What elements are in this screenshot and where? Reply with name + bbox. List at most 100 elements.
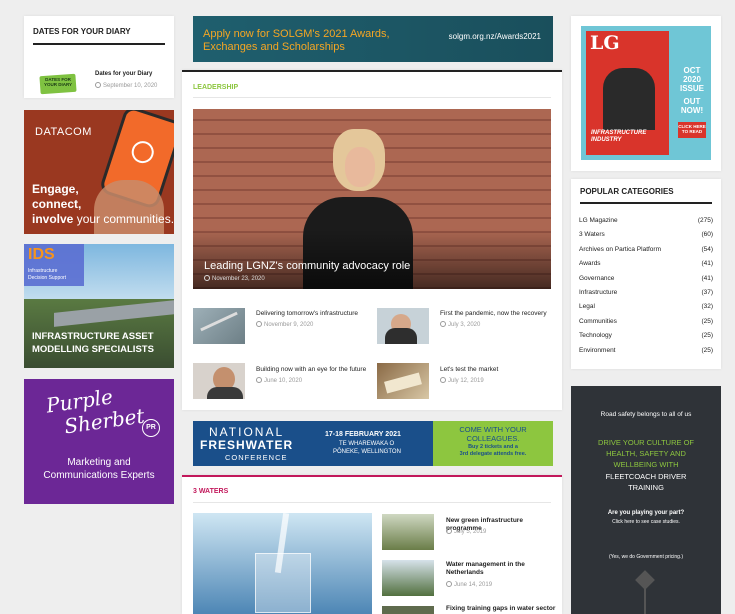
datacom-ad[interactable]: DATACOM Engage, connect, involve your co…: [24, 110, 174, 234]
ids-ad[interactable]: IDS Infrastructure Decision Support INFR…: [24, 244, 174, 368]
magazine-issue2: 2020: [683, 75, 701, 84]
fw-cta3: Buy 2 tickets and a: [468, 444, 518, 450]
diary-thumb[interactable]: DATES FOR YOUR DIARY: [38, 71, 80, 97]
category-name[interactable]: Infrastructure: [579, 289, 617, 303]
fw-date: 17-18 FEBRUARY 2021: [325, 431, 401, 438]
post-thumb-1[interactable]: [193, 308, 245, 344]
waters-section: 3 WATERS New green infrastructure progra…: [182, 475, 562, 614]
category-count: (25): [701, 346, 713, 354]
solgm-url: solgm.org.nz/Awards2021: [448, 32, 541, 41]
post-title-2[interactable]: First the pandemic, now the recovery: [440, 310, 555, 318]
fw-cta2: COLLEAGUES.: [466, 434, 520, 443]
water-thumb-2[interactable]: [382, 560, 434, 596]
diary-divider: [33, 43, 165, 45]
post-thumb-3[interactable]: [193, 363, 245, 399]
category-name[interactable]: Communities: [579, 318, 617, 332]
datacom-line2: connect,: [32, 197, 82, 211]
leadership-topline: [182, 70, 562, 72]
water-date-1: July 5, 2019: [446, 528, 486, 535]
category-item[interactable]: Archives on Partica Platform (54): [579, 246, 713, 260]
diary-item-date: September 10, 2020: [95, 82, 157, 89]
post-title-1[interactable]: Delivering tomorrow's infrastructure: [256, 310, 366, 318]
category-name[interactable]: Archives on Partica Platform: [579, 246, 661, 260]
category-name[interactable]: Governance: [579, 275, 614, 289]
water-feature-image[interactable]: [193, 513, 372, 614]
ids-sub1: Infrastructure: [28, 268, 58, 274]
water-thumb-1[interactable]: [382, 514, 434, 550]
fc-line9: (Yes, we do Government pricing.): [608, 554, 684, 560]
category-item[interactable]: 3 Waters (60): [579, 231, 713, 245]
category-item[interactable]: Legal (32): [579, 303, 713, 317]
category-item[interactable]: LG Magazine (275): [579, 217, 713, 231]
category-name[interactable]: LG Magazine: [579, 217, 618, 231]
post-date-4: July 12, 2019: [440, 377, 484, 384]
magazine-out1: OUT: [683, 97, 701, 106]
category-count: (32): [701, 303, 713, 311]
solgm-banner[interactable]: Apply now for SOLGM's 2021 Awards, Excha…: [193, 16, 553, 62]
ids-sub2: Decision Support: [28, 275, 67, 281]
magazine-cover[interactable]: LG INFRASTRUCTURE INDUSTRY OCT 2020 ISSU…: [581, 26, 711, 160]
water-title-3[interactable]: Fixing training gaps in water sector: [446, 605, 558, 613]
category-count: (25): [701, 317, 713, 325]
ps-line2: Communications Experts: [43, 470, 155, 481]
clock-icon: [440, 321, 446, 327]
post-title-4[interactable]: Let's test the market: [440, 366, 555, 374]
fw-cta1: COME WITH YOUR: [459, 425, 527, 434]
category-item[interactable]: Infrastructure (37): [579, 289, 713, 303]
fleetcoach-ad[interactable]: Road safety belongs to all of us DRIVE Y…: [571, 386, 721, 614]
category-item[interactable]: Awards (41): [579, 260, 713, 274]
category-item[interactable]: Environment (25): [579, 347, 713, 361]
category-count: (54): [701, 245, 713, 253]
ps-badge: PR: [142, 419, 160, 437]
post-thumb-4[interactable]: [377, 363, 429, 399]
category-count: (41): [701, 274, 713, 282]
magazine-click-button[interactable]: CLICK HERE TO READ: [678, 122, 706, 138]
water-date-2: June 14, 2019: [446, 581, 492, 588]
category-count: (25): [701, 332, 713, 340]
post-thumb-2[interactable]: [377, 308, 429, 344]
ids-tagline2: MODELLING SPECIALISTS: [32, 344, 154, 355]
fw-line2: FRESHWATER: [200, 438, 294, 452]
post-date-1: November 9, 2020: [256, 321, 313, 328]
category-count: (60): [701, 231, 713, 239]
leadership-heading: LEADERSHIP: [193, 84, 239, 91]
road-sign-post: [644, 584, 646, 614]
clock-icon: [256, 377, 262, 383]
category-name[interactable]: Environment: [579, 347, 616, 361]
water-title-2[interactable]: Water management in the Netherlands: [446, 561, 541, 578]
post-date-3: June 10, 2020: [256, 377, 302, 384]
fc-line4: WELLBEING WITH: [613, 460, 679, 469]
category-item[interactable]: Governance (41): [579, 275, 713, 289]
category-count: (275): [697, 217, 713, 224]
fw-line3: CONFERENCE: [225, 453, 288, 462]
feature-title[interactable]: Leading LGNZ's community advocacy role: [204, 260, 410, 272]
post-title-3[interactable]: Building now with an eye for the future: [256, 366, 376, 374]
leadership-section: LEADERSHIP Leading LGNZ's community advo…: [182, 70, 562, 410]
feature-image[interactable]: Leading LGNZ's community advocacy role N…: [193, 109, 551, 289]
waters-divider: [193, 502, 551, 503]
datacom-brand: DATACOM: [35, 126, 92, 138]
diary-item-title[interactable]: Dates for your Diary: [95, 71, 152, 79]
category-count: (37): [701, 289, 713, 296]
category-name[interactable]: Technology: [579, 332, 612, 346]
fc-line1: Road safety belongs to all of us: [600, 411, 692, 418]
category-item[interactable]: Communities (25): [579, 318, 713, 332]
purple-sherbet-ad[interactable]: Purple Sherbet PR Marketing and Communic…: [24, 379, 174, 504]
category-name[interactable]: Legal: [579, 303, 595, 317]
fw-cta4: 3rd delegate attends free.: [459, 451, 527, 457]
clock-icon: [446, 581, 452, 587]
ids-logo: IDS: [28, 246, 55, 263]
clock-icon: [440, 377, 446, 383]
category-name[interactable]: Awards: [579, 260, 601, 274]
magazine-logo: LG: [590, 32, 620, 54]
magazine-out2: NOW!: [680, 106, 704, 115]
solgm-line2: Exchanges and Scholarships: [203, 41, 345, 53]
waters-topline: [182, 475, 562, 477]
category-name[interactable]: 3 Waters: [579, 231, 605, 245]
category-item[interactable]: Technology (25): [579, 332, 713, 346]
categories-heading: POPULAR CATEGORIES: [580, 187, 674, 196]
categories-divider: [580, 202, 712, 204]
freshwater-banner[interactable]: NATIONAL FRESHWATER CONFERENCE 17-18 FEB…: [193, 421, 553, 466]
water-thumb-3[interactable]: [382, 606, 434, 614]
waters-heading: 3 WATERS: [193, 488, 229, 495]
